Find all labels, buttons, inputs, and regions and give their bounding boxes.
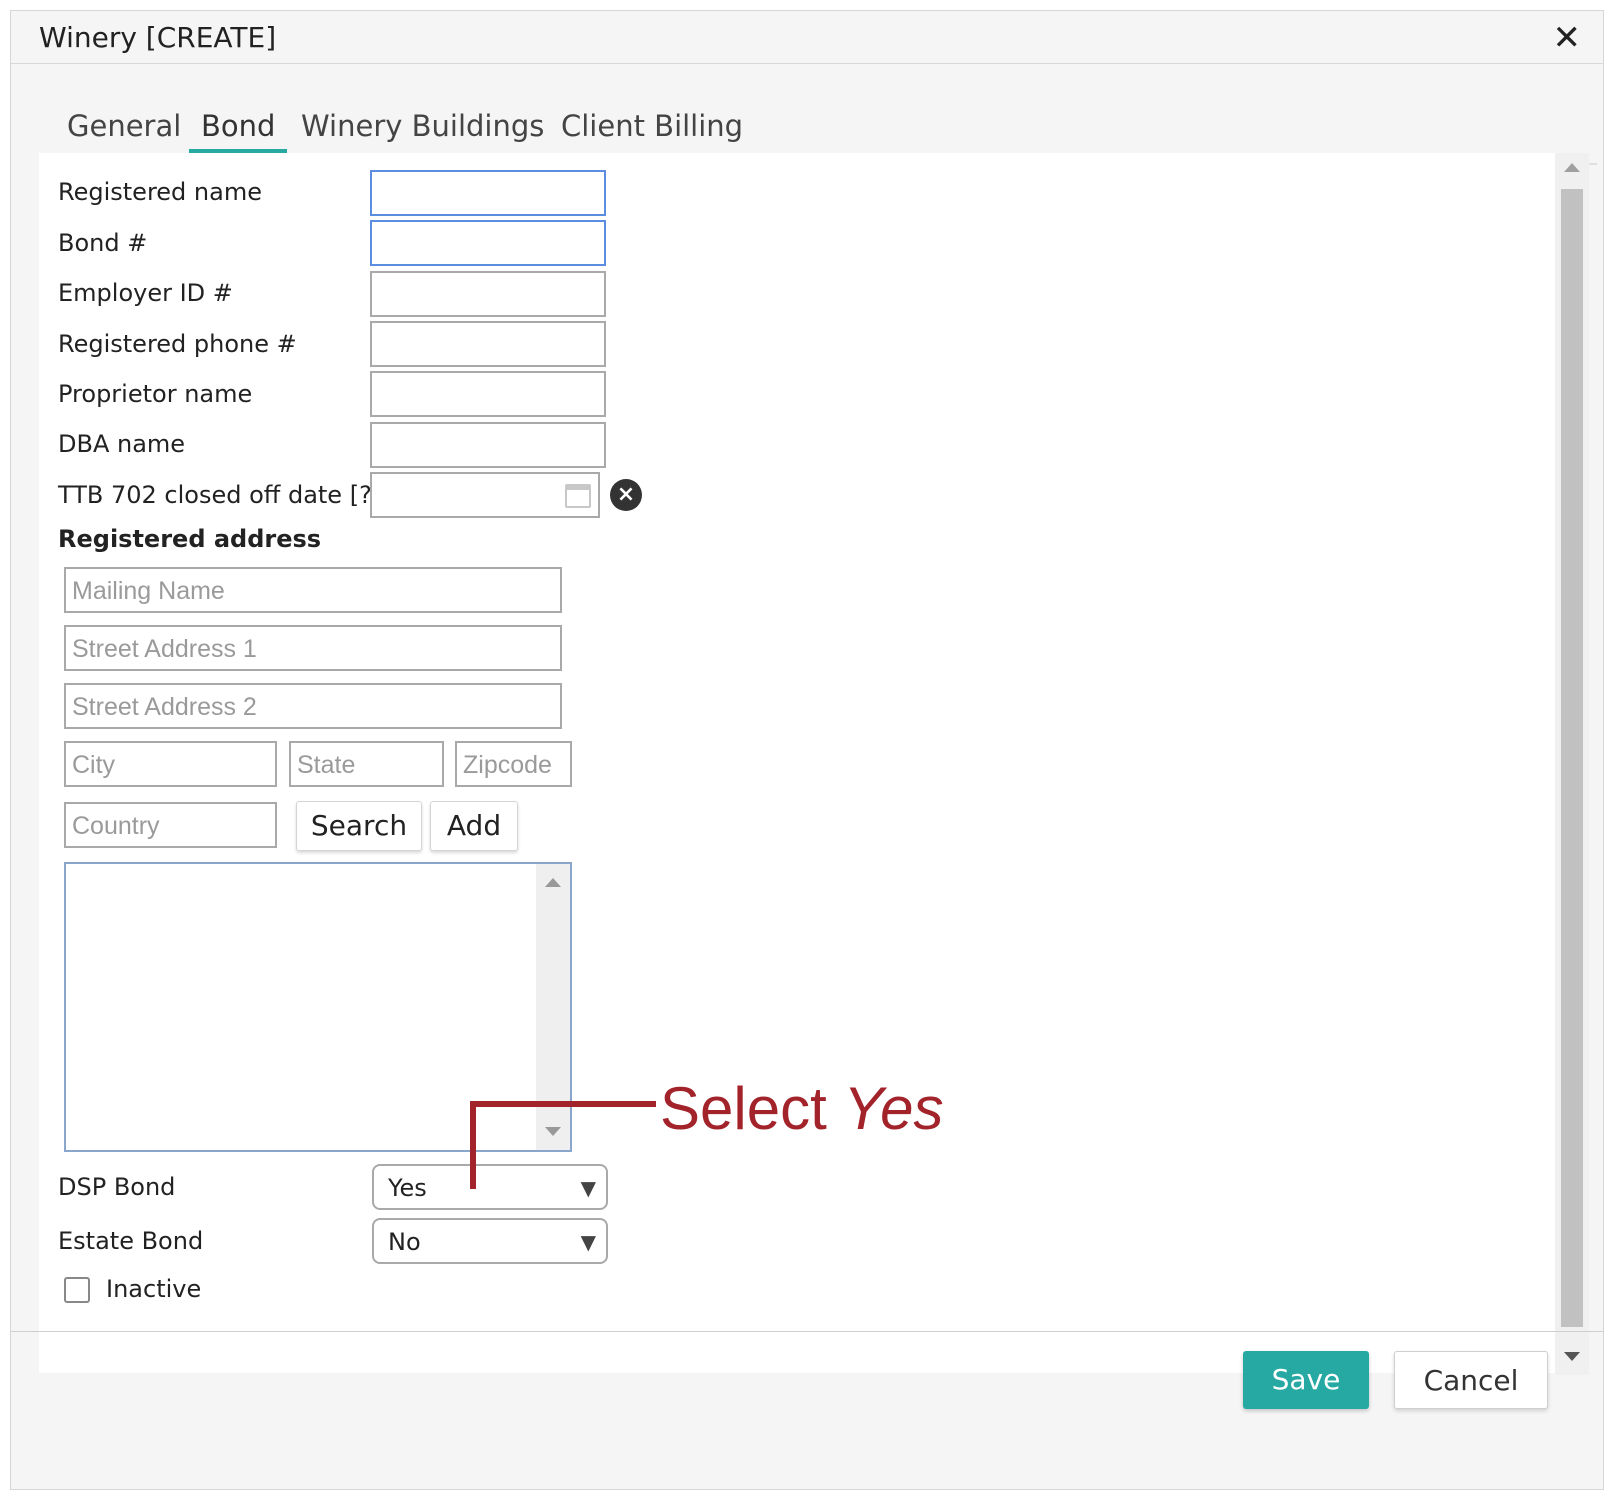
dsp-bond-value: Yes <box>388 1174 427 1202</box>
address-results-list[interactable] <box>64 862 572 1152</box>
dba-name-label: DBA name <box>58 430 186 458</box>
registered-address-heading: Registered address <box>58 525 322 553</box>
dialog-title: Winery [CREATE] <box>39 21 277 54</box>
close-icon[interactable]: ✕ <box>1553 21 1582 55</box>
ttb-702-label: TTB 702 closed off date [?] <box>58 481 382 509</box>
registered-phone-input[interactable] <box>370 321 606 367</box>
zipcode-input[interactable]: Zipcode <box>455 741 572 787</box>
annotation-connector-horizontal <box>470 1101 656 1107</box>
registered-phone-label: Registered phone # <box>58 330 297 358</box>
footer-divider <box>11 1331 1603 1332</box>
proprietor-name-input[interactable] <box>370 371 606 417</box>
bond-number-input[interactable] <box>370 220 606 266</box>
address-add-button[interactable]: Add <box>430 801 518 851</box>
country-input[interactable]: Country <box>64 802 277 848</box>
state-input[interactable]: State <box>289 741 444 787</box>
scrollbar-thumb[interactable] <box>1561 189 1583 1327</box>
dialog-titlebar: Winery [CREATE] ✕ <box>11 11 1603 64</box>
calendar-icon[interactable] <box>565 484 591 508</box>
tab-bond[interactable]: Bond <box>189 109 288 153</box>
tab-client-billing[interactable]: Client Billing <box>549 109 755 149</box>
estate-bond-value: No <box>388 1228 421 1256</box>
estate-bond-dropdown-icon: ▼ <box>580 1230 596 1254</box>
street-address-2-input[interactable]: Street Address 2 <box>64 683 562 729</box>
bond-number-label: Bond # <box>58 229 148 257</box>
dsp-bond-dropdown-icon: ▼ <box>580 1176 596 1200</box>
address-list-scrollbar[interactable] <box>536 864 570 1150</box>
list-scroll-up-icon[interactable] <box>545 878 561 887</box>
annotation-prefix: Select <box>660 1075 844 1142</box>
mailing-name-input[interactable]: Mailing Name <box>64 567 562 613</box>
cancel-button[interactable]: Cancel <box>1394 1351 1548 1409</box>
annotation-connector-vertical <box>470 1101 476 1189</box>
city-input[interactable]: City <box>64 741 277 787</box>
employer-id-input[interactable] <box>370 271 606 317</box>
dba-name-input[interactable] <box>370 422 606 468</box>
dsp-bond-label: DSP Bond <box>58 1173 176 1201</box>
scroll-down-icon[interactable] <box>1564 1352 1580 1361</box>
annotation-emphasis: Yes <box>843 1075 944 1142</box>
proprietor-name-label: Proprietor name <box>58 380 253 408</box>
list-scroll-down-icon[interactable] <box>545 1127 561 1136</box>
street-address-1-input[interactable]: Street Address 1 <box>64 625 562 671</box>
annotation-callout: Select Yes <box>660 1074 944 1143</box>
tab-winery-buildings[interactable]: Winery Buildings <box>289 109 556 149</box>
dsp-bond-select[interactable]: Yes ▼ <box>372 1164 608 1210</box>
save-button[interactable]: Save <box>1243 1351 1369 1409</box>
inactive-label: Inactive <box>106 1275 202 1303</box>
clear-date-icon[interactable]: × <box>610 479 642 511</box>
employer-id-label: Employer ID # <box>58 279 233 307</box>
tab-general[interactable]: General <box>55 109 193 149</box>
address-search-button[interactable]: Search <box>296 801 422 851</box>
form-scrollbar[interactable] <box>1555 153 1589 1375</box>
estate-bond-label: Estate Bond <box>58 1227 204 1255</box>
estate-bond-select[interactable]: No ▼ <box>372 1218 608 1264</box>
registered-name-input[interactable] <box>370 170 606 216</box>
registered-name-label: Registered name <box>58 178 262 206</box>
inactive-checkbox[interactable] <box>64 1277 90 1303</box>
scroll-up-icon[interactable] <box>1564 163 1580 172</box>
